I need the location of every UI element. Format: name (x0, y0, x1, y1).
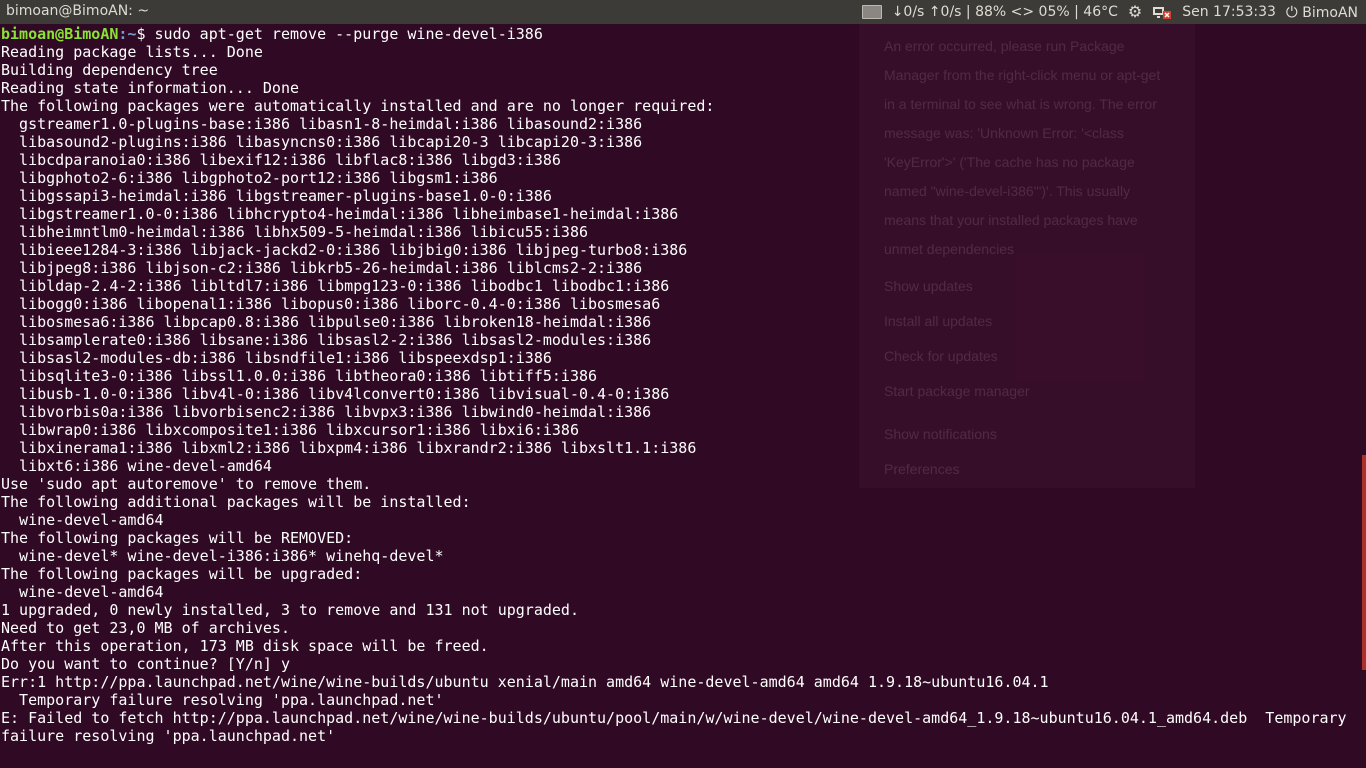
network-error-icon[interactable] (1152, 4, 1172, 20)
prompt-path: :~ (118, 25, 137, 43)
session-menu[interactable]: ⏻ BimoAN (1286, 3, 1358, 21)
top-panel: bimoan@BimoAN: ~ ↓0/s ↑0/s | 88% <> 05% … (0, 0, 1366, 24)
terminal-output[interactable]: bimoan@BimoAN:~$ sudo apt-get remove --p… (1, 25, 1353, 768)
terminal-log: Reading package lists... Done Building d… (1, 43, 1347, 745)
system-monitor-indicator[interactable]: ↓0/s ↑0/s | 88% <> 05% | 46°C (892, 4, 1118, 20)
indicator-area: ↓0/s ↑0/s | 88% <> 05% | 46°C ⚙ Sen 17:5… (861, 0, 1358, 24)
terminal-command: sudo apt-get remove --purge wine-devel-i… (154, 25, 543, 43)
window-title: bimoan@BimoAN: ~ (6, 3, 150, 19)
prompt-symbol: $ (136, 25, 155, 43)
terminal-scrollbar[interactable] (1362, 455, 1366, 670)
gear-icon[interactable]: ⚙ (1128, 4, 1142, 20)
user-name: BimoAN (1302, 5, 1358, 21)
clock[interactable]: Sen 17:53:33 (1182, 4, 1276, 20)
prompt-user: bimoan@BimoAN (1, 25, 119, 43)
keyboard-icon[interactable] (861, 5, 882, 19)
power-icon: ⏻ (1285, 3, 1298, 21)
